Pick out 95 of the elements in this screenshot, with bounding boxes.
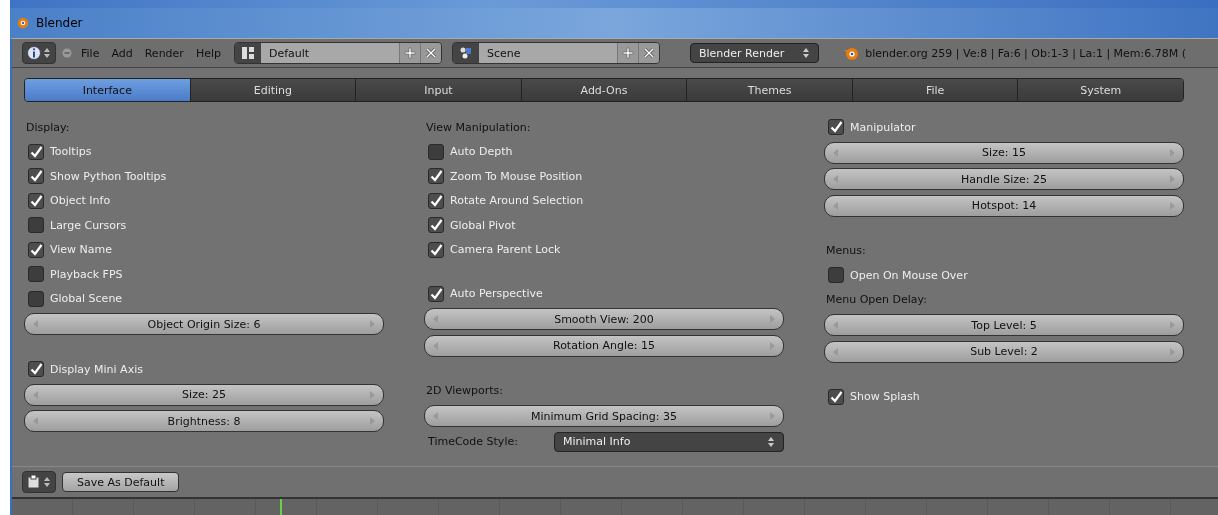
menu-item[interactable]: File: [78, 46, 103, 60]
editor-type-button[interactable]: [22, 42, 56, 64]
tab[interactable]: Editing: [189, 79, 356, 101]
number-field[interactable]: Smooth View: 200: [424, 308, 784, 330]
menu-item[interactable]: Help: [192, 46, 224, 60]
right-arrow-icon[interactable]: [369, 320, 375, 328]
right-arrow-icon[interactable]: [369, 390, 375, 399]
left-arrow-icon[interactable]: [833, 321, 839, 329]
checkbox-label[interactable]: Tooltips: [50, 145, 92, 158]
tab[interactable]: Input: [355, 79, 521, 101]
left-arrow-icon[interactable]: [33, 417, 39, 425]
left-arrow-icon[interactable]: [833, 201, 839, 210]
number-field[interactable]: Top Level: 5: [824, 314, 1184, 336]
checkbox-label[interactable]: Rotate Around Selection: [450, 194, 584, 207]
checkbox-label[interactable]: Camera Parent Lock: [450, 243, 561, 256]
collapse-icon[interactable]: [62, 48, 72, 58]
number-field[interactable]: Size: 15: [824, 141, 1184, 164]
checkbox[interactable]: [428, 241, 444, 258]
checkbox[interactable]: [28, 290, 44, 307]
right-arrow-icon[interactable]: [1169, 175, 1175, 183]
checkbox[interactable]: [28, 361, 44, 377]
section-label: Display:: [25, 119, 71, 136]
checkbox-label[interactable]: Show Splash: [850, 390, 920, 403]
checkbox[interactable]: [28, 266, 44, 282]
left-arrow-icon[interactable]: [33, 390, 39, 399]
checkbox-label[interactable]: Playback FPS: [50, 267, 123, 281]
right-arrow-icon[interactable]: [1169, 148, 1175, 157]
left-arrow-icon[interactable]: [33, 320, 39, 328]
checkbox[interactable]: [828, 267, 844, 283]
number-field[interactable]: Minimum Grid Spacing: 35: [424, 405, 784, 427]
tab[interactable]: File: [851, 79, 1018, 101]
checkbox[interactable]: [828, 388, 844, 405]
checkbox-label[interactable]: Global Scene: [50, 292, 123, 305]
tab[interactable]: Themes: [686, 79, 852, 101]
scene-statistics: blender.org 259 | Ve:8 | Fa:6 | Ob:1-3 | La:1 | Mem:6.78M (: [865, 46, 1187, 60]
checkbox-label[interactable]: Auto Depth: [450, 145, 513, 158]
checkbox[interactable]: [428, 192, 444, 209]
checkbox[interactable]: [28, 241, 44, 258]
number-field[interactable]: Hotspot: 14: [824, 194, 1184, 217]
section-label: Menu Open Delay:: [825, 292, 929, 308]
editor-type-button[interactable]: [22, 471, 56, 493]
checkbox[interactable]: [28, 168, 44, 184]
left-arrow-icon[interactable]: [433, 341, 439, 350]
menu-item[interactable]: Render: [141, 46, 187, 60]
tab[interactable]: Add-Ons: [520, 79, 687, 101]
up-down-arrows-icon[interactable]: [802, 46, 811, 60]
blender-logo-icon: [16, 16, 30, 30]
checkbox[interactable]: [828, 119, 844, 135]
checkbox[interactable]: [28, 217, 44, 233]
section-label: View Manipulation:: [425, 119, 532, 136]
number-field[interactable]: Size: 25: [24, 383, 384, 406]
right-arrow-icon[interactable]: [1169, 321, 1175, 329]
right-arrow-icon[interactable]: [1169, 347, 1175, 356]
right-arrow-icon[interactable]: [769, 341, 775, 350]
timecode-dropdown[interactable]: Minimal Info: [554, 431, 784, 452]
checkbox-label[interactable]: Zoom To Mouse Position: [450, 169, 583, 183]
right-arrow-icon[interactable]: [769, 315, 775, 323]
tab[interactable]: System: [1017, 79, 1183, 101]
number-field[interactable]: Sub Level: 2: [824, 340, 1184, 363]
render-engine-dropdown[interactable]: Blender Render: [689, 43, 820, 63]
checkbox-label[interactable]: Large Cursors: [50, 218, 127, 232]
left-arrow-icon[interactable]: [433, 315, 439, 323]
checkbox-label[interactable]: Show Python Tooltips: [50, 169, 167, 183]
section-label: Menus:: [825, 243, 867, 259]
checkbox-label[interactable]: Auto Perspective: [450, 287, 543, 300]
right-arrow-icon[interactable]: [1169, 201, 1175, 210]
checkbox[interactable]: [428, 143, 444, 160]
right-arrow-icon[interactable]: [369, 417, 375, 425]
window-title: Blender: [36, 16, 83, 30]
menu-item[interactable]: Add: [108, 46, 136, 60]
checkbox-label[interactable]: Global Pivot: [450, 218, 516, 232]
left-arrow-icon[interactable]: [433, 412, 439, 420]
checkbox-label[interactable]: Object Info: [50, 194, 111, 207]
left-arrow-icon[interactable]: [833, 148, 839, 157]
checkbox[interactable]: [28, 192, 44, 209]
save-as-default-button[interactable]: Save As Default: [62, 472, 180, 492]
field-label: TimeCode Style:: [428, 435, 519, 448]
checkbox-label[interactable]: View Name: [50, 243, 113, 256]
checkbox[interactable]: [428, 285, 444, 302]
section-label: 2D Viewports:: [425, 383, 505, 399]
number-field[interactable]: Object Origin Size: 6: [24, 313, 384, 335]
checkbox-label[interactable]: Open On Mouse Over: [850, 268, 968, 282]
checkbox[interactable]: [428, 217, 444, 233]
tab[interactable]: Interface: [25, 79, 190, 101]
number-field[interactable]: Brightness: 8: [24, 410, 384, 432]
checkbox-label[interactable]: Manipulator: [850, 120, 916, 134]
left-arrow-icon[interactable]: [833, 175, 839, 183]
checkbox[interactable]: [28, 143, 44, 160]
blender-logo-icon: [843, 45, 860, 61]
checkbox-label[interactable]: Display Mini Axis: [50, 362, 143, 376]
number-field[interactable]: Rotation Angle: 15: [424, 334, 784, 357]
right-arrow-icon[interactable]: [769, 412, 775, 420]
left-arrow-icon[interactable]: [833, 347, 839, 356]
number-field[interactable]: Handle Size: 25: [824, 168, 1184, 190]
checkbox[interactable]: [428, 168, 444, 184]
